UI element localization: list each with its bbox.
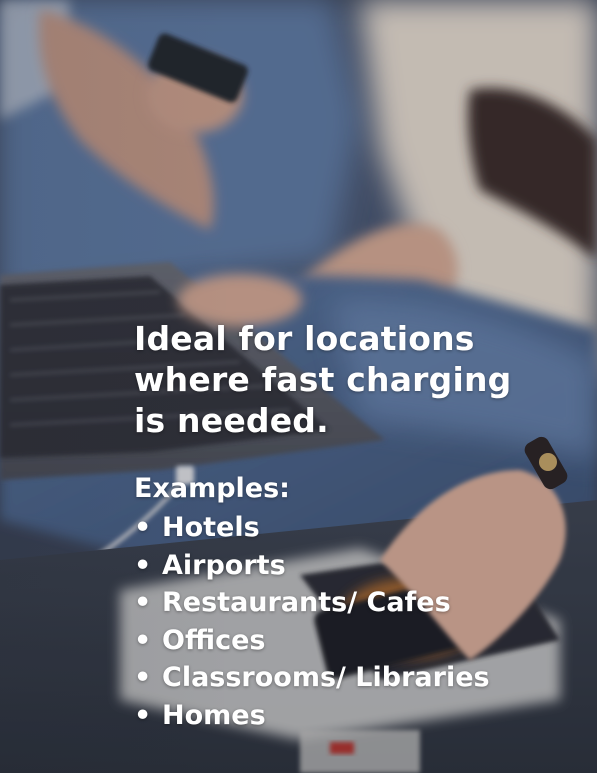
list-item: • Hotels [134,509,574,547]
headline-line-3: is needed. [134,401,329,440]
promo-banner: Ideal for locations where fast charging … [0,0,597,773]
bullet-icon: • [134,624,152,656]
list-item: • Airports [134,547,574,585]
list-item: • Offices [134,622,574,660]
bullet-icon: • [134,587,152,618]
list-item-label: Classrooms/ Libraries [162,662,490,693]
promo-copy: Ideal for locations where fast charging … [134,318,574,734]
examples-title: Examples: [134,473,290,504]
headline-line-2: where fast charging [134,360,512,399]
headline-line-1: Ideal for locations [134,319,475,358]
list-item: • Classrooms/ Libraries [134,659,574,697]
list-item-label: Airports [162,549,286,581]
bullet-icon: • [134,512,152,543]
list-item-label: Restaurants/ Cafes [162,587,451,618]
bullet-icon: • [134,662,152,693]
examples-list: • Hotels • Airports • Restaurants/ Cafes… [134,509,574,734]
list-item-label: Homes [162,699,266,731]
bullet-icon: • [134,549,152,581]
headline: Ideal for locations where fast charging … [134,318,574,441]
list-item: • Homes [134,697,574,735]
bullet-icon: • [134,699,152,731]
list-item: • Restaurants/ Cafes [134,584,574,622]
list-item-label: Offices [162,624,266,656]
list-item-label: Hotels [162,512,260,543]
